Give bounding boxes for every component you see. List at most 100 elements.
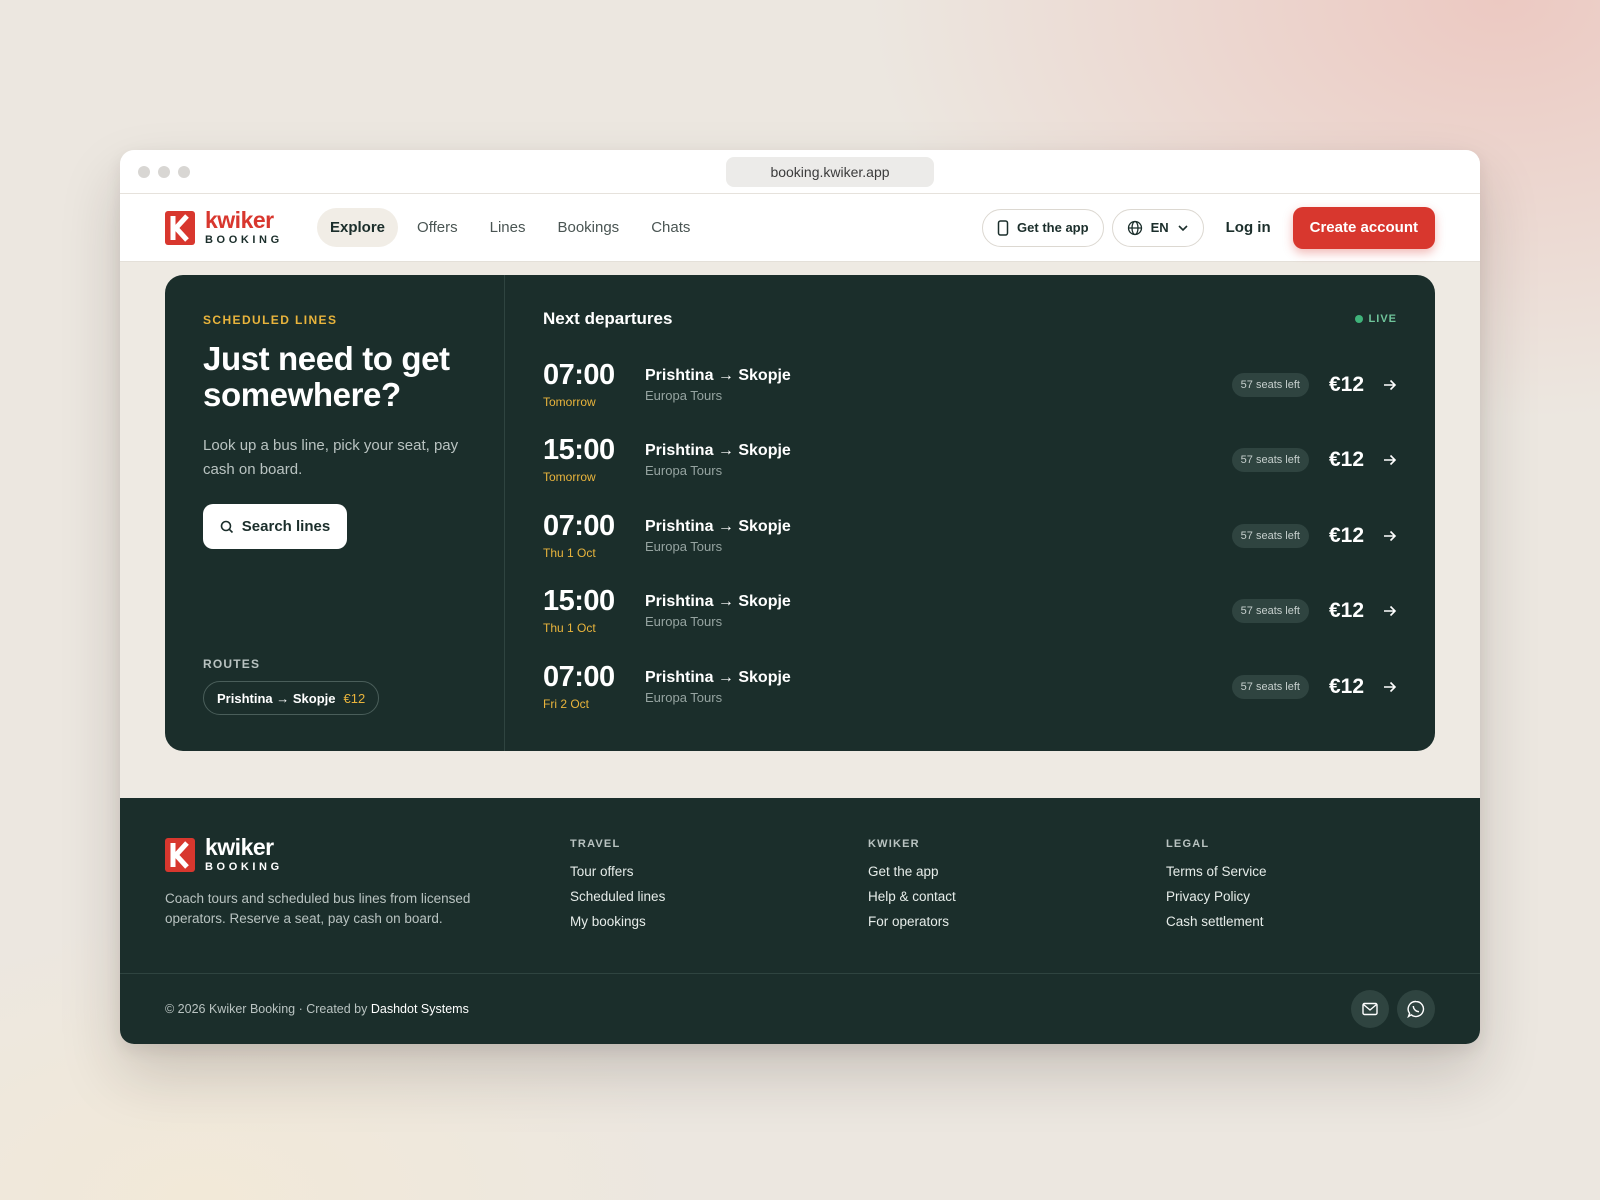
brand-logo[interactable]: kwiker BOOKING [165,209,317,246]
top-navigation: kwiker BOOKING Explore Offers Lines Book… [120,194,1480,262]
browser-titlebar: booking.kwiker.app [120,150,1480,194]
arrow-right-icon[interactable] [1383,680,1397,694]
departure-day: Tomorrow [543,470,596,485]
departures-panel: Next departures LIVE 07:00 Tomorrow Pris… [505,275,1435,751]
footer-logo[interactable]: kwiker BOOKING [165,836,317,873]
creator-link[interactable]: Dashdot Systems [371,1002,469,1016]
get-app-button[interactable]: Get the app [982,208,1104,247]
globe-icon [1127,220,1142,235]
departure-day: Thu 1 Oct [543,621,596,636]
departure-row[interactable]: 07:00 Thu 1 Oct Prishtina → Skopje Europ… [543,498,1397,574]
route-chip[interactable]: Prishtina → Skopje €12 [203,681,380,715]
phone-icon [997,219,1009,236]
nav-lines[interactable]: Lines [477,208,539,247]
nav-offers[interactable]: Offers [404,208,471,247]
departure-operator: Europa Tours [645,463,723,479]
departure-time: 15:00 [543,585,615,618]
departure-row[interactable]: 07:00 Tomorrow Prishtina → Skopje Europa… [543,347,1397,423]
window-controls [138,166,190,178]
close-window-button[interactable] [138,166,150,178]
footer-link-get-app[interactable]: Get the app [868,864,956,879]
footer-heading: LEGAL [1166,838,1210,850]
main-content: SCHEDULED LINES Just need to get somewhe… [120,262,1480,798]
footer-link-my-bookings[interactable]: My bookings [570,914,665,929]
departure-time: 07:00 [543,660,615,693]
site-footer: kwiker BOOKING Coach tours and scheduled… [120,798,1480,1044]
departure-price: €12 [1329,372,1365,396]
arrow-right-icon[interactable] [1383,378,1397,392]
departure-row[interactable]: 15:00 Thu 1 Oct Prishtina → Skopje Europ… [543,574,1397,650]
create-account-button[interactable]: Create account [1292,206,1435,249]
live-label: LIVE [1368,313,1397,325]
live-indicator: LIVE [1354,313,1397,325]
departure-price: €12 [1329,674,1365,698]
whatsapp-icon [1407,1000,1425,1018]
footer-column-kwiker: KWIKER Get the app Help & contact For op… [868,838,956,929]
minimize-window-button[interactable] [158,166,170,178]
departure-route: Prishtina → Skopje [645,668,791,686]
footer-brand-subtitle: BOOKING [205,861,283,873]
seats-left-badge: 57 seats left [1231,372,1309,397]
nav-bookings[interactable]: Bookings [544,208,632,247]
hero-description: Look up a bus line, pick your seat, pay … [203,437,459,479]
footer-link-terms[interactable]: Terms of Service [1166,864,1267,879]
departure-time: 15:00 [543,434,615,467]
departure-route: Prishtina → Skopje [645,442,791,460]
departure-operator: Europa Tours [645,689,723,705]
kwiker-logo-icon [165,210,195,245]
departure-day: Fri 2 Oct [543,696,590,711]
maximize-window-button[interactable] [178,166,190,178]
departure-day: Tomorrow [543,394,596,409]
departure-route: Prishtina → Skopje [645,366,791,384]
seats-left-badge: 57 seats left [1231,448,1309,473]
scheduled-lines-panel: SCHEDULED LINES Just need to get somewhe… [165,275,1435,751]
footer-link-tour-offers[interactable]: Tour offers [570,864,665,879]
footer-column-legal: LEGAL Terms of Service Privacy Policy Ca… [1166,838,1267,929]
departure-row[interactable]: 07:00 Fri 2 Oct Prishtina → Skopje Europ… [543,649,1397,725]
routes-label: ROUTES [203,657,261,671]
departures-list: 07:00 Tomorrow Prishtina → Skopje Europa… [543,347,1397,725]
login-link[interactable]: Log in [1212,219,1285,236]
social-links [1351,990,1435,1028]
footer-link-help[interactable]: Help & contact [868,889,956,904]
arrow-right-icon[interactable] [1383,604,1397,618]
main-nav: Explore Offers Lines Bookings Chats [317,208,703,247]
route-chip-route: Prishtina → Skopje [217,690,336,706]
browser-window: booking.kwiker.app kwiker BOOKING Explor… [120,150,1480,1044]
search-lines-label: Search lines [241,518,331,536]
arrow-right-icon[interactable] [1383,529,1397,543]
footer-brand: kwiker BOOKING Coach tours and scheduled… [165,836,495,928]
departure-price: €12 [1329,448,1365,472]
nav-chats[interactable]: Chats [638,208,703,247]
departure-row[interactable]: 15:00 Tomorrow Prishtina → Skopje Europa… [543,423,1397,499]
copyright: © 2026 Kwiker Booking · Created by Dashd… [165,1002,469,1016]
whatsapp-button[interactable] [1397,990,1435,1028]
copyright-text: © 2026 Kwiker Booking · Created by [165,1002,368,1016]
arrow-right-icon[interactable] [1383,453,1397,467]
footer-heading: TRAVEL [570,838,621,850]
hero-title: Just need to get somewhere? [203,340,450,413]
search-icon [220,520,233,533]
nav-explore[interactable]: Explore [317,208,399,247]
language-selector[interactable]: EN [1111,208,1204,247]
footer-link-cash-settlement[interactable]: Cash settlement [1166,914,1267,929]
address-bar[interactable]: booking.kwiker.app [726,157,934,187]
language-label: EN [1150,220,1169,235]
routes-section: ROUTES Prishtina → Skopje €12 [203,657,380,715]
footer-link-privacy[interactable]: Privacy Policy [1166,889,1267,904]
hero-eyebrow: SCHEDULED LINES [203,313,338,327]
footer-link-operators[interactable]: For operators [868,914,956,929]
mail-icon [1362,1002,1378,1016]
footer-brand-name: kwiker [205,834,274,860]
route-chip-price: €12 [343,690,366,706]
mail-button[interactable] [1351,990,1389,1028]
footer-heading: KWIKER [868,838,920,850]
departure-price: €12 [1329,523,1365,547]
footer-link-scheduled-lines[interactable]: Scheduled lines [570,889,665,904]
seats-left-badge: 57 seats left [1231,599,1309,624]
chevron-down-icon [1178,224,1188,231]
footer-description: Coach tours and scheduled bus lines from… [165,891,471,926]
departure-operator: Europa Tours [645,538,723,554]
search-lines-button[interactable]: Search lines [203,504,347,550]
departure-operator: Europa Tours [645,614,723,630]
